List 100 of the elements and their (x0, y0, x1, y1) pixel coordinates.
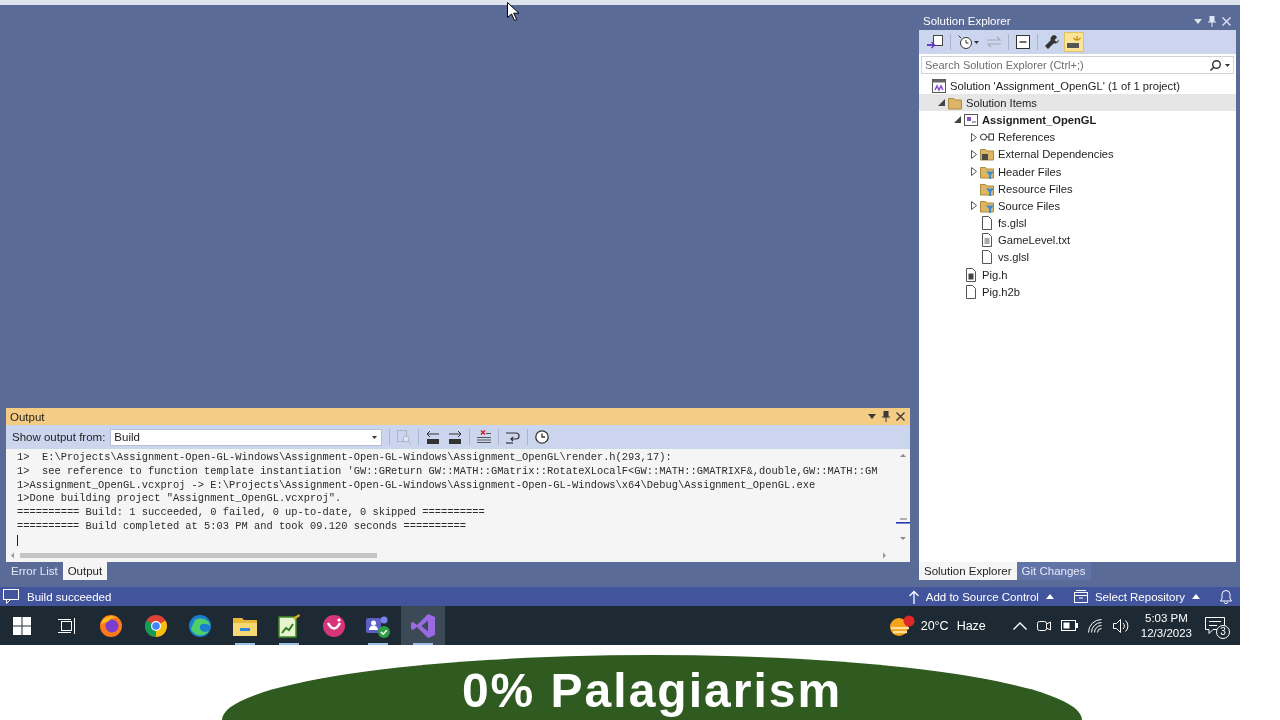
tree-item[interactable]: vs.glsl (919, 248, 1236, 267)
collapsed-triangle-icon[interactable] (970, 132, 977, 142)
lines-cross-icon (477, 430, 492, 444)
folder-icon (948, 95, 962, 110)
mouse-pointer-icon (507, 2, 519, 21)
box-icon (1073, 590, 1088, 603)
four-squares-icon (13, 616, 32, 635)
weather-condition: Haze (956, 618, 986, 633)
speech-bubble-icon (1205, 616, 1225, 635)
clock-time[interactable]: 5:03 PM (1145, 610, 1188, 626)
panel-title: Output (10, 410, 46, 423)
notification-button[interactable]: 3 (1202, 612, 1228, 639)
output-line: 1> see reference to function template instantiation 'GW::GReturn GW::MATH::GMatrix::RotateXLocalF<GW::MATH::GMATRIXF&,double,GW::MATH::GM (17, 464, 878, 479)
chart-document-icon (278, 613, 301, 638)
tree-item[interactable]: External Dependencies (919, 145, 1236, 163)
taskbar-app-button[interactable] (400, 606, 445, 645)
return-arrow-icon (506, 430, 521, 444)
swap-arrows-icon (987, 37, 1001, 47)
tree-item[interactable]: Pig.h (919, 266, 1236, 284)
minus-square-icon (1016, 35, 1030, 49)
select-repository-button[interactable]: Select Repository (1073, 587, 1200, 606)
search-field[interactable]: Search Solution Explorer (Ctrl+;) (921, 56, 1234, 74)
sun-cloud-icon (888, 614, 915, 637)
tree-item[interactable]: Resource Files (919, 180, 1236, 198)
panel-tab[interactable]: Solution Explorer (919, 562, 1017, 580)
promo-banner: 0% Palagiarism (222, 655, 1082, 720)
output-line: 1> E:\Projects\Assignment-Open-GL-Windows\Assignment-Open-GL-Windows\Assignment_OpenGL\render.h(293,17): (17, 451, 672, 465)
clock-date[interactable]: 12/3/2023 (1140, 625, 1192, 641)
file-icon (980, 216, 994, 231)
up-arrow-icon (908, 589, 919, 604)
expanded-triangle-icon[interactable] (938, 99, 945, 107)
expanded-triangle-icon[interactable] (954, 116, 961, 124)
notification-count: 3 (1216, 624, 1230, 639)
tree-item[interactable]: Pig.h2b (919, 283, 1236, 301)
solution-icon (932, 78, 946, 93)
browser-icon (188, 613, 213, 638)
page-magnifier-icon (397, 430, 412, 444)
add-to-source-control-button[interactable]: Add to Source Control (908, 587, 1054, 606)
output-source-dropdown[interactable]: Build (110, 428, 383, 446)
folder-icon (232, 615, 257, 636)
clock-icon (958, 35, 972, 49)
text-cursor (17, 534, 18, 546)
speaker-icon[interactable] (1112, 618, 1130, 633)
tree-item[interactable]: Source Files (919, 197, 1236, 215)
collapse-all-button[interactable] (1013, 32, 1033, 52)
temperature: 20°C (920, 618, 949, 633)
output-line: 1>Done building project "Assignment_OpenGL.vcxproj". (17, 492, 342, 507)
status-message: Build succeeded (27, 590, 112, 603)
sparkle-bar-icon (1067, 36, 1081, 48)
dropdown-icon[interactable] (1194, 18, 1202, 24)
output-line: ========== Build: 1 succeeded, 0 failed, 0 up-to-date, 0 skipped ========== (17, 506, 485, 520)
filter-folder-icon (980, 164, 994, 179)
package-folder-icon (980, 147, 994, 162)
preview-button[interactable] (1064, 32, 1084, 52)
filter-folder-icon (980, 198, 994, 213)
output-line: ========== Build completed at 5:03 PM and took 09.120 seconds ========== (17, 520, 466, 534)
pin-icon[interactable] (1208, 15, 1216, 27)
ribbon-logo-icon (410, 613, 435, 638)
caret-icon (1045, 594, 1054, 599)
disc-logo-icon (321, 613, 346, 638)
tree-item[interactable]: Solution 'Assignment_OpenGL' (1 of 1 project) (919, 77, 1236, 95)
panel-tab[interactable]: Git Changes (1016, 562, 1091, 580)
task-view-icon (57, 617, 76, 634)
browser-icon (99, 613, 124, 638)
battery-icon[interactable] (1060, 620, 1078, 631)
caret-icon (1225, 63, 1230, 67)
caret-icon (1192, 594, 1200, 599)
collapsed-triangle-icon[interactable] (970, 201, 977, 211)
left-arrow-bar-icon (426, 430, 441, 444)
close-icon[interactable] (896, 412, 905, 421)
history-button[interactable] (955, 32, 982, 52)
panel-tab[interactable]: Output (62, 562, 108, 580)
tree-item[interactable]: Assignment_OpenGL (919, 111, 1236, 129)
text-file-icon (980, 233, 994, 248)
project-icon (964, 112, 978, 127)
filter-folder-icon (980, 181, 994, 196)
collapsed-triangle-icon[interactable] (970, 167, 977, 177)
tree-item[interactable]: Header Files (919, 162, 1236, 181)
tree-item[interactable]: Solution Items (919, 94, 1236, 112)
tree-item[interactable]: GameLevel.txt (919, 231, 1236, 249)
file-icon (980, 250, 994, 265)
right-arrow-bar-icon (448, 430, 463, 444)
pin-icon[interactable] (882, 411, 890, 422)
clock-icon (535, 430, 550, 444)
tree-item[interactable]: fs.glsl (919, 214, 1236, 232)
tree-item[interactable]: References (919, 128, 1236, 146)
browser-icon (143, 613, 168, 638)
wifi-icon[interactable] (1087, 618, 1103, 633)
collapsed-triangle-icon[interactable] (970, 149, 977, 159)
output-line: 1>Assignment_OpenGL.vcxproj -> E:\Projects\Assignment-Open-GL-Windows\Assignment-Open-GL-Windows\x64\Debug\Assignment_OpenGL.exe (17, 478, 816, 493)
file-icon (964, 284, 978, 299)
bell-icon[interactable] (1220, 589, 1232, 604)
dropdown-icon[interactable] (868, 414, 876, 419)
header-file-icon (964, 267, 978, 282)
arrow-into-window-icon (927, 34, 943, 50)
show-output-label: Show output from: (12, 431, 106, 443)
chevron-up-icon[interactable] (1012, 621, 1027, 630)
caret-icon (372, 435, 378, 439)
search-icon[interactable] (1210, 59, 1221, 71)
wrench-icon (1045, 35, 1059, 49)
